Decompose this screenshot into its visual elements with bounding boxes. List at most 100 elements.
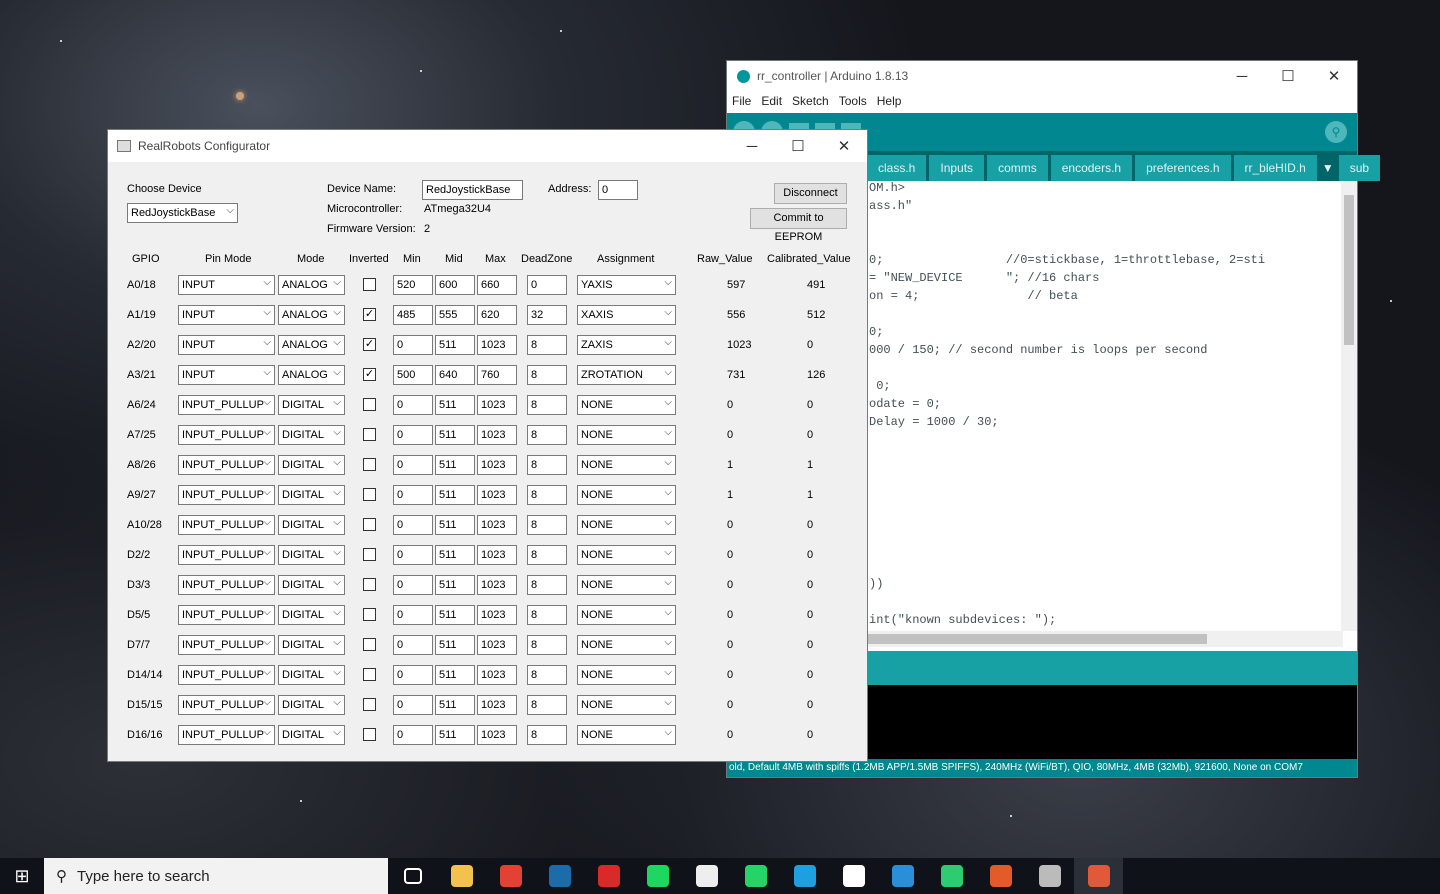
assignment-select[interactable]: NONE ⌵ [577, 695, 676, 715]
mode-select[interactable]: ANALOG ⌵ [278, 365, 345, 385]
max-field[interactable]: 1023 [477, 455, 517, 475]
assignment-select[interactable]: NONE ⌵ [577, 395, 676, 415]
deadzone-field[interactable]: 8 [527, 515, 567, 535]
min-field[interactable]: 0 [393, 335, 433, 355]
max-field[interactable]: 1023 [477, 575, 517, 595]
assignment-select[interactable]: XAXIS ⌵ [577, 305, 676, 325]
pin-mode-select[interactable]: INPUT ⌵ [178, 365, 275, 385]
mid-field[interactable]: 555 [435, 305, 475, 325]
task-view-taskbar-button[interactable] [388, 858, 437, 894]
deadzone-field[interactable]: 8 [527, 725, 567, 745]
mode-select[interactable]: DIGITAL ⌵ [278, 395, 345, 415]
max-field[interactable]: 1023 [477, 605, 517, 625]
menu-tools[interactable]: Tools [839, 94, 867, 108]
scroll-thumb[interactable] [1344, 195, 1354, 345]
commit-eeprom-button[interactable]: Commit to EEPROM [750, 208, 847, 243]
mode-select[interactable]: DIGITAL ⌵ [278, 725, 345, 745]
assignment-select[interactable]: NONE ⌵ [577, 665, 676, 685]
scroll-thumb[interactable] [867, 634, 1207, 644]
max-field[interactable]: 1023 [477, 635, 517, 655]
mid-field[interactable]: 640 [435, 365, 475, 385]
tab-class-h[interactable]: class.h [867, 155, 927, 181]
steam-taskbar-button[interactable] [535, 858, 584, 894]
deadzone-field[interactable]: 32 [527, 305, 567, 325]
pin-mode-select[interactable]: INPUT_PULLUP ⌵ [178, 665, 275, 685]
assignment-select[interactable]: YAXIS ⌵ [577, 275, 676, 295]
inverted-checkbox[interactable]: ✓ [363, 308, 376, 321]
menu-help[interactable]: Help [877, 94, 902, 108]
tab-comms[interactable]: comms [987, 155, 1048, 181]
mode-select[interactable]: DIGITAL ⌵ [278, 425, 345, 445]
assignment-select[interactable]: NONE ⌵ [577, 725, 676, 745]
tab-preferences-h[interactable]: preferences.h [1135, 155, 1231, 181]
assignment-select[interactable]: ZAXIS ⌵ [577, 335, 676, 355]
app-leaf-taskbar-button[interactable] [927, 858, 976, 894]
file-explorer-taskbar-button[interactable] [437, 858, 486, 894]
max-field[interactable]: 1023 [477, 395, 517, 415]
max-field[interactable]: 1023 [477, 485, 517, 505]
tab-rr-blehid-h[interactable]: rr_bleHID.h [1233, 155, 1317, 181]
app-orange-taskbar-button[interactable] [976, 858, 1025, 894]
deadzone-field[interactable]: 8 [527, 575, 567, 595]
min-field[interactable]: 0 [393, 695, 433, 715]
mode-select[interactable]: DIGITAL ⌵ [278, 515, 345, 535]
min-field[interactable]: 0 [393, 395, 433, 415]
pin-mode-select[interactable]: INPUT_PULLUP ⌵ [178, 545, 275, 565]
mid-field[interactable]: 511 [435, 575, 475, 595]
inverted-checkbox[interactable] [363, 398, 376, 411]
mode-select[interactable]: ANALOG ⌵ [278, 275, 345, 295]
max-field[interactable]: 620 [477, 305, 517, 325]
assignment-select[interactable]: NONE ⌵ [577, 515, 676, 535]
close-icon[interactable]: ✕ [821, 130, 867, 162]
min-field[interactable]: 0 [393, 515, 433, 535]
mode-select[interactable]: ANALOG ⌵ [278, 335, 345, 355]
tab-sub[interactable]: sub [1338, 155, 1381, 181]
pin-mode-select[interactable]: INPUT ⌵ [178, 305, 275, 325]
unity-taskbar-button[interactable] [829, 858, 878, 894]
inverted-checkbox[interactable] [363, 488, 376, 501]
pin-mode-select[interactable]: INPUT_PULLUP ⌵ [178, 635, 275, 655]
arduino-titlebar[interactable]: rr_controller | Arduino 1.8.13 ─ ☐ ✕ [727, 61, 1357, 91]
disconnect-button[interactable]: Disconnect [774, 183, 847, 204]
deadzone-field[interactable]: 8 [527, 695, 567, 715]
app-grid-taskbar-button[interactable] [1025, 858, 1074, 894]
pin-mode-select[interactable]: INPUT_PULLUP ⌵ [178, 425, 275, 445]
max-field[interactable]: 660 [477, 275, 517, 295]
vscode-taskbar-button[interactable] [878, 858, 927, 894]
tab-encoders-h[interactable]: encoders.h [1050, 155, 1133, 181]
mode-select[interactable]: DIGITAL ⌵ [278, 605, 345, 625]
assignment-select[interactable]: ZROTATION ⌵ [577, 365, 676, 385]
inverted-checkbox[interactable] [363, 458, 376, 471]
close-icon[interactable]: ✕ [1311, 61, 1357, 91]
typora-taskbar-button[interactable] [682, 858, 731, 894]
inverted-checkbox[interactable] [363, 608, 376, 621]
min-field[interactable]: 0 [393, 485, 433, 505]
pin-mode-select[interactable]: INPUT_PULLUP ⌵ [178, 395, 275, 415]
mid-field[interactable]: 511 [435, 425, 475, 445]
min-field[interactable]: 485 [393, 305, 433, 325]
assignment-select[interactable]: NONE ⌵ [577, 635, 676, 655]
inverted-checkbox[interactable] [363, 518, 376, 531]
mode-select[interactable]: ANALOG ⌵ [278, 305, 345, 325]
assignment-select[interactable]: NONE ⌵ [577, 545, 676, 565]
deadzone-field[interactable]: 8 [527, 335, 567, 355]
mode-select[interactable]: DIGITAL ⌵ [278, 575, 345, 595]
mid-field[interactable]: 511 [435, 665, 475, 685]
pin-mode-select[interactable]: INPUT_PULLUP ⌵ [178, 515, 275, 535]
mode-select[interactable]: DIGITAL ⌵ [278, 635, 345, 655]
deadzone-field[interactable]: 8 [527, 665, 567, 685]
max-field[interactable]: 1023 [477, 425, 517, 445]
pin-mode-select[interactable]: INPUT_PULLUP ⌵ [178, 695, 275, 715]
menu-edit[interactable]: Edit [761, 94, 782, 108]
pin-mode-select[interactable]: INPUT ⌵ [178, 335, 275, 355]
mode-select[interactable]: DIGITAL ⌵ [278, 545, 345, 565]
mid-field[interactable]: 511 [435, 485, 475, 505]
mid-field[interactable]: 511 [435, 695, 475, 715]
mid-field[interactable]: 511 [435, 515, 475, 535]
max-field[interactable]: 760 [477, 365, 517, 385]
configurator-titlebar[interactable]: RealRobots Configurator ─ ☐ ✕ [108, 130, 867, 162]
deadzone-field[interactable]: 8 [527, 545, 567, 565]
deadzone-field[interactable]: 8 [527, 455, 567, 475]
assignment-select[interactable]: NONE ⌵ [577, 425, 676, 445]
maximize-icon[interactable]: ☐ [1265, 61, 1311, 91]
